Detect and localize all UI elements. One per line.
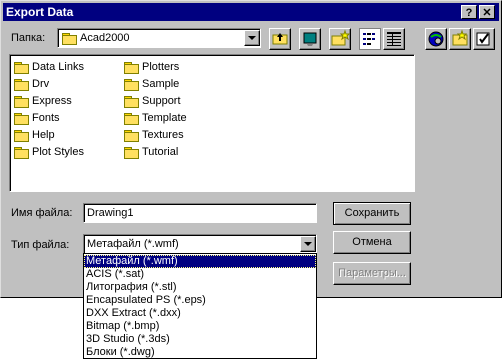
file-list[interactable]: Data Links Drv Express Fonts Help Plot S… xyxy=(9,54,415,192)
save-button[interactable]: Сохранить xyxy=(333,202,411,225)
list-item[interactable]: Tutorial xyxy=(124,144,178,160)
new-folder-icon[interactable] xyxy=(329,28,351,50)
folder-value: Acad2000 xyxy=(80,32,130,44)
filetype-option[interactable]: Encapsulated PS (*.eps) xyxy=(84,294,316,307)
list-item[interactable]: Help xyxy=(14,127,55,143)
locate-icon[interactable] xyxy=(449,28,471,50)
list-item[interactable]: Drv xyxy=(14,76,49,92)
options-icon[interactable] xyxy=(473,28,495,50)
filename-input[interactable]: Drawing1 xyxy=(83,203,317,223)
filetype-option[interactable]: Метафайл (*.wmf) xyxy=(84,255,316,268)
list-item-label: Data Links xyxy=(32,61,84,73)
params-button[interactable]: Параметры... xyxy=(333,262,411,285)
folder-icon xyxy=(14,95,29,108)
cancel-button[interactable]: Отмена xyxy=(333,231,411,254)
filename-label: Имя файла: xyxy=(11,207,72,219)
folder-icon xyxy=(14,61,29,74)
list-item-label: Help xyxy=(32,129,55,141)
folder-icon xyxy=(124,112,139,125)
list-item[interactable]: Textures xyxy=(124,127,184,143)
close-button[interactable]: ✕ xyxy=(479,5,495,19)
list-item[interactable]: Plotters xyxy=(124,59,179,75)
filetype-option[interactable]: Bitmap (*.bmp) xyxy=(84,320,316,333)
list-item-label: Sample xyxy=(142,78,180,90)
details-view-icon[interactable] xyxy=(383,28,405,50)
filetype-value: Метафайл (*.wmf) xyxy=(87,238,179,250)
list-item-label: Template xyxy=(142,112,187,124)
filename-label-text: Имя файла: xyxy=(11,207,73,219)
chevron-down-icon xyxy=(248,36,256,40)
folder-icon xyxy=(124,78,139,91)
filename-value: Drawing1 xyxy=(87,207,134,219)
filetype-option[interactable]: 3D Studio (*.3ds) xyxy=(84,333,316,346)
folder-icon xyxy=(124,146,139,159)
list-item-label: Express xyxy=(32,95,72,107)
list-item[interactable]: Plot Styles xyxy=(14,144,84,160)
filetype-option[interactable]: ACIS (*.sat) xyxy=(84,268,316,281)
list-item-label: Drv xyxy=(32,78,50,90)
folder-label: Папка: xyxy=(11,32,46,44)
desktop-icon[interactable] xyxy=(299,28,321,50)
filetype-dropdown-list[interactable]: Метафайл (*.wmf) ACIS (*.sat) Литография… xyxy=(83,253,317,359)
list-item-label: Tutorial xyxy=(142,146,179,158)
up-folder-icon[interactable] xyxy=(269,28,291,50)
folder-icon xyxy=(14,129,29,142)
filetype-dropdown-button[interactable] xyxy=(300,236,316,252)
list-item[interactable]: Fonts xyxy=(14,110,60,126)
list-item-label: Plotters xyxy=(142,61,180,73)
folder-icon xyxy=(124,129,139,142)
folder-icon xyxy=(14,112,29,125)
folder-select[interactable]: Acad2000 xyxy=(57,28,261,48)
filetype-label: Тип файла: xyxy=(11,239,70,251)
chevron-down-icon xyxy=(304,242,312,246)
filetype-select[interactable]: Метафайл (*.wmf) xyxy=(83,234,317,254)
find-file-icon[interactable] xyxy=(425,28,447,50)
filetype-option[interactable]: DXX Extract (*.dxx) xyxy=(84,307,316,320)
list-item-label: Plot Styles xyxy=(32,146,84,158)
folder-icon xyxy=(14,146,29,159)
dialog-title: Export Data xyxy=(6,5,74,19)
filetype-option[interactable]: Литография (*.stl) xyxy=(84,281,316,294)
title-bar: Export Data ? ✕ xyxy=(3,3,499,21)
list-view-icon[interactable] xyxy=(359,28,381,50)
folder-icon xyxy=(124,95,139,108)
list-item[interactable]: Express xyxy=(14,93,72,109)
help-button[interactable]: ? xyxy=(461,5,477,19)
folder-icon xyxy=(14,78,29,91)
folder-icon xyxy=(62,33,77,45)
list-item-label: Support xyxy=(142,95,181,107)
list-item[interactable]: Data Links xyxy=(14,59,84,75)
filetype-option[interactable]: Блоки (*.dwg) xyxy=(84,346,316,359)
list-item-label: Textures xyxy=(142,129,184,141)
list-item[interactable]: Support xyxy=(124,93,181,109)
folder-dropdown-button[interactable] xyxy=(244,30,260,46)
list-item-label: Fonts xyxy=(32,112,60,124)
list-item[interactable]: Sample xyxy=(124,76,179,92)
list-item[interactable]: Template xyxy=(124,110,187,126)
folder-icon xyxy=(124,61,139,74)
